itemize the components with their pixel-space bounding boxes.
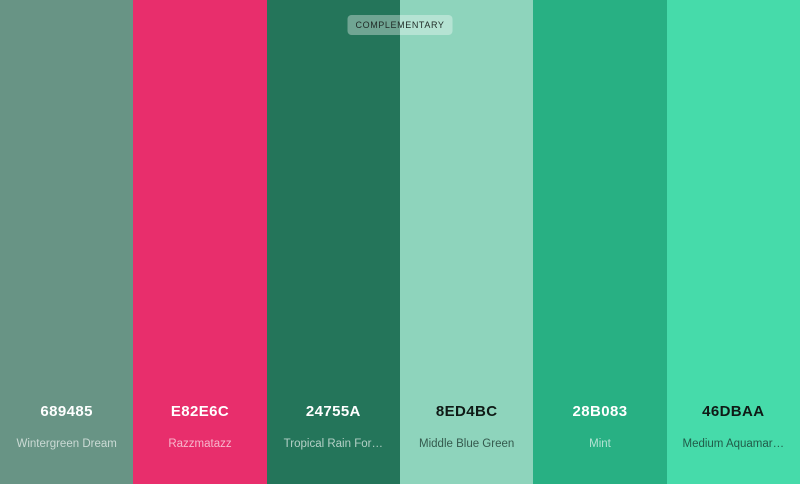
- swatch-2[interactable]: E82E6C Razzmatazz: [133, 0, 267, 484]
- swatch-hex[interactable]: 24755A: [267, 403, 400, 420]
- swatch-5[interactable]: 28B083 Mint: [533, 0, 667, 484]
- swatch-name: Wintergreen Dream: [16, 438, 117, 450]
- swatch-name: Mint: [589, 438, 611, 450]
- swatch-hex[interactable]: 689485: [0, 403, 133, 420]
- swatch-hex[interactable]: E82E6C: [133, 403, 266, 420]
- swatch-name: Middle Blue Green: [419, 438, 515, 450]
- color-palette: 689485 Wintergreen Dream E82E6C Razzmata…: [0, 0, 800, 484]
- palette-type-badge: COMPLEMENTARY: [347, 15, 453, 35]
- swatch-hex[interactable]: 28B083: [533, 403, 666, 420]
- swatch-name: Razzmatazz: [168, 438, 232, 450]
- swatch-name: Tropical Rain For…: [283, 438, 383, 450]
- swatch-3[interactable]: 24755A Tropical Rain For…: [266, 0, 400, 484]
- swatch-4[interactable]: 8ED4BC Middle Blue Green: [399, 0, 534, 484]
- swatch-name: Medium Aquamar…: [682, 438, 785, 450]
- swatch-6[interactable]: 46DBAA Medium Aquamar…: [666, 0, 800, 484]
- swatch-hex[interactable]: 46DBAA: [667, 403, 800, 420]
- swatch-hex[interactable]: 8ED4BC: [400, 403, 533, 420]
- swatch-1[interactable]: 689485 Wintergreen Dream: [0, 0, 134, 484]
